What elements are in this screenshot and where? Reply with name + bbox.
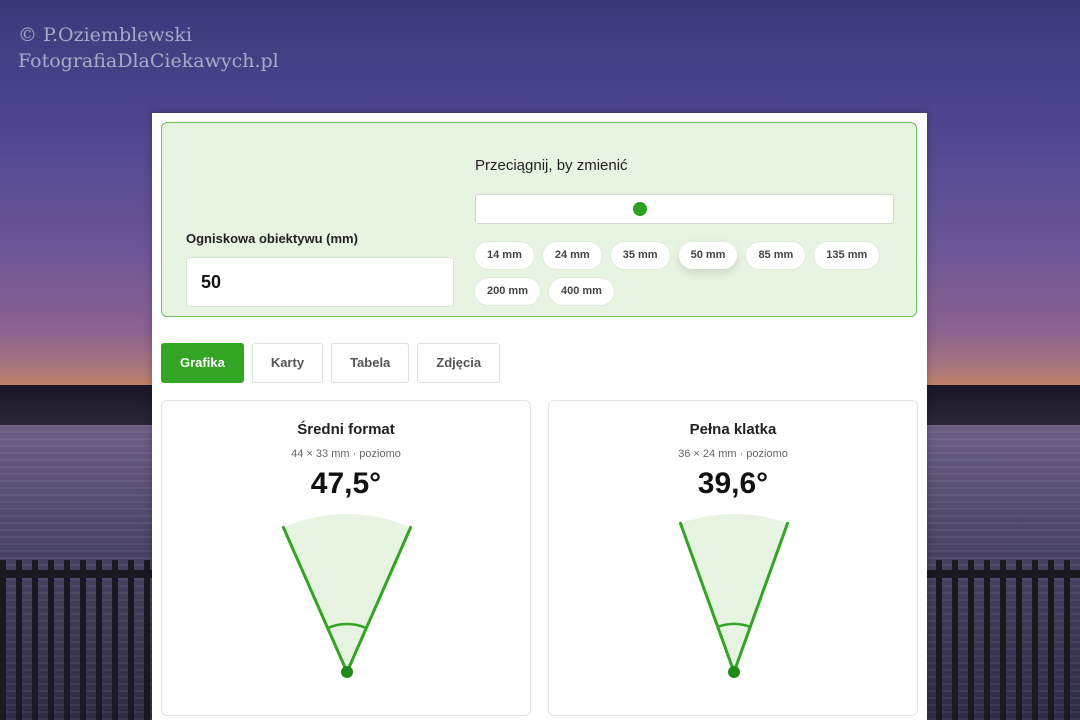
format-card-full-frame: Pełna klatka 36 × 24 mm · poziomo 39,6°: [548, 400, 918, 716]
focal-length-input[interactable]: [186, 257, 454, 307]
format-card-medium: Średni format 44 × 33 mm · poziomo 47,5°: [161, 400, 531, 716]
slider-thumb[interactable]: [633, 202, 648, 216]
focal-length-controls: Ogniskowa obiektywu (mm) Przeciągnij, by…: [161, 122, 917, 317]
watermark-copyright: © P.Oziemblewski: [18, 24, 193, 46]
tab-tabela[interactable]: Tabela: [331, 343, 410, 383]
tab-karty[interactable]: Karty: [251, 343, 324, 383]
preset-chip-50mm[interactable]: 50 mm: [678, 242, 738, 269]
tab-grafika[interactable]: Grafika: [161, 343, 244, 383]
watermark: © P.Oziemblewski FotografiaDlaCiekawych.…: [18, 22, 279, 74]
tab-zdjecia[interactable]: Zdjęcia: [417, 343, 501, 383]
calculator-panel: Ogniskowa obiektywu (mm) Przeciągnij, by…: [152, 113, 927, 720]
preset-chip-400mm[interactable]: 400 mm: [548, 278, 614, 305]
focal-length-slider[interactable]: [475, 194, 894, 224]
fov-lens-point: [728, 666, 740, 678]
preset-chips: 14 mm 24 mm 35 mm 50 mm 85 mm 135 mm 200…: [475, 242, 905, 305]
fov-diagram: [281, 514, 413, 678]
background-railing-left: [0, 560, 160, 720]
preset-chip-24mm[interactable]: 24 mm: [542, 242, 602, 269]
fov-wedge: [680, 514, 788, 672]
focal-length-label: Ogniskowa obiektywu (mm): [186, 231, 358, 246]
fov-lens-point: [341, 666, 353, 678]
view-tabs: Grafika Karty Tabela Zdjęcia: [161, 343, 501, 383]
preset-chip-200mm[interactable]: 200 mm: [475, 278, 540, 305]
preset-chip-14mm[interactable]: 14 mm: [475, 242, 534, 269]
preset-chip-85mm[interactable]: 85 mm: [746, 242, 806, 269]
preset-chip-35mm[interactable]: 35 mm: [610, 242, 670, 269]
watermark-site: FotografiaDlaCiekawych.pl: [18, 50, 279, 72]
fov-wedge: [283, 514, 411, 672]
drag-hint-label: Przeciągnij, by zmienić: [475, 157, 628, 174]
preset-chip-135mm[interactable]: 135 mm: [814, 242, 880, 269]
background-railing-right: [920, 560, 1080, 720]
fov-diagram: [678, 514, 790, 678]
